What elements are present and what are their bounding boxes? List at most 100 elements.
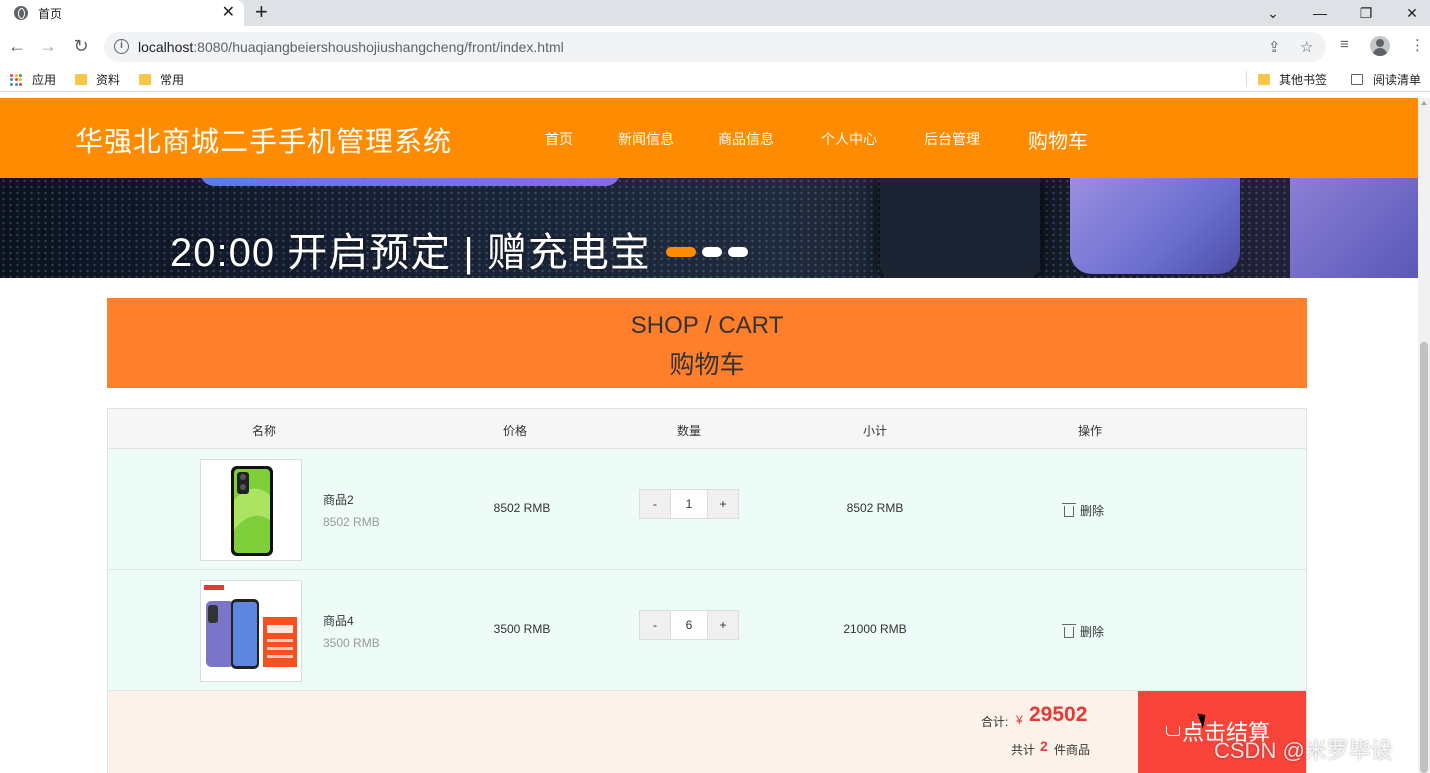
cart-section-header: SHOP / CART 购物车 [107,298,1307,388]
count-prefix: 共计 [1011,743,1036,757]
reading-mode-icon[interactable]: ≡ [1340,36,1349,53]
restore-icon[interactable]: ❐ [1343,0,1389,26]
column-header-name: 名称 [251,424,277,438]
product-name[interactable]: 商品2 [323,491,354,508]
profile-avatar-icon[interactable] [1370,36,1390,56]
apps-grid-icon [10,73,22,86]
quantity-stepper: - 1 + [639,489,739,519]
browser-toolbar: ← → ↻ i localhost:8080/huaqiangbeiershou… [0,26,1430,66]
watermark: CSDN @米罗毕设 [1214,738,1393,763]
banner-glow [200,178,620,186]
decrement-button[interactable]: - [640,490,670,518]
delete-label: 删除 [1080,625,1105,639]
row-subtotal: 21000 RMB [843,622,907,636]
nav-products[interactable]: 商品信息 [718,129,774,149]
banner-phone-image [880,178,1040,278]
column-header-subtotal: 小计 [862,424,888,438]
promo-banner[interactable]: 20:00 开启预定 | 赠充电宝 [0,178,1418,278]
share-icon[interactable]: ⇪ [1268,38,1281,56]
delete-label: 删除 [1080,504,1105,518]
cart-table-header: 名称 价格 数量 小计 操作 [108,409,1306,449]
folder-icon [1258,74,1270,85]
column-header-price: 价格 [502,424,528,438]
row-subtotal: 8502 RMB [846,501,904,515]
globe-icon [14,6,28,20]
scrollbar-thumb[interactable] [1420,342,1428,773]
bookmark-label: 应用 [32,73,57,87]
bookmarks-divider [1246,71,1247,87]
carousel-dot-1[interactable] [666,247,696,257]
cart-summary: 合计: ¥ 29502 共计 2 件商品 点击结算 [108,691,1306,773]
tab-title: 首页 [38,6,63,21]
total-label: 合计: [981,715,1009,729]
cart-header-en: SHOP / CART [630,312,784,339]
cart-icon [1166,726,1180,736]
new-tab-icon[interactable]: + [255,1,268,23]
product-thumbnail[interactable] [200,459,302,561]
increment-button[interactable]: + [708,611,738,639]
bookmark-star-icon[interactable]: ☆ [1300,38,1313,56]
close-tab-icon[interactable]: ✕ [222,3,235,23]
total-amount: 29502 [1029,703,1088,726]
increment-button[interactable]: + [708,490,738,518]
product-unit-price: 8502 RMB [323,515,380,529]
close-window-icon[interactable]: ✕ [1389,0,1430,26]
cart-row: 商品2 8502 RMB 8502 RMB - 1 + 8502 RMB 删除 [108,449,1306,570]
cart-row: 商品4 3500 RMB 3500 RMB - 6 + 21000 RMB 删除 [108,570,1306,691]
nav-admin[interactable]: 后台管理 [924,129,980,149]
product-thumbnail[interactable] [200,580,302,682]
quantity-input[interactable]: 6 [670,611,708,639]
nav-cart[interactable]: 购物车 [1028,125,1088,154]
quantity-stepper: - 6 + [639,610,739,640]
tab-search-icon[interactable]: ⌄ [1250,0,1296,26]
reading-list[interactable]: 阅读清单 [1351,71,1421,88]
bookmark-folder-materials[interactable]: 资料 [75,71,120,88]
quantity-input[interactable]: 1 [670,490,708,518]
nav-news[interactable]: 新闻信息 [618,129,674,149]
bookmark-folder-common[interactable]: 常用 [139,71,184,88]
bookmark-folder-other[interactable]: 其他书签 [1258,71,1327,88]
reload-icon[interactable]: ↻ [69,34,93,58]
browser-tab[interactable]: 首页 ✕ [0,0,244,26]
green-phone-image [201,460,301,560]
url-text: localhost:8080/huaqiangbeiershoushojiush… [138,39,564,55]
purple-phone-image [201,581,301,681]
carousel-dot-2[interactable] [702,247,722,257]
reading-list-icon [1351,74,1363,85]
column-header-quantity: 数量 [676,424,702,438]
site-info-icon[interactable]: i [114,39,129,54]
trash-icon [1062,624,1076,638]
page-viewport: 华强北商城二手手机管理系统 首页 新闻信息 商品信息 个人中心 后台管理 购物车… [0,98,1418,773]
item-count: 2 [1040,738,1048,754]
minimize-icon[interactable]: — [1297,0,1343,26]
bookmark-label: 其他书签 [1279,73,1328,87]
product-price: 8502 RMB [493,501,551,515]
back-icon[interactable]: ← [5,34,29,58]
address-bar[interactable]: i localhost:8080/huaqiangbeiershoushojiu… [104,32,1326,62]
banner-text: 20:00 开启预定 | 赠充电宝 [170,231,651,275]
bookmark-apps[interactable]: 应用 [10,71,56,88]
trash-icon [1062,503,1076,517]
forward-icon[interactable]: → [36,34,60,58]
bookmark-label: 资料 [96,73,121,87]
bookmarks-bar: 应用 资料 常用 其他书签 阅读清单 [0,66,1430,92]
delete-button[interactable]: 删除 [1062,502,1105,519]
nav-profile[interactable]: 个人中心 [821,129,877,149]
decrement-button[interactable]: - [640,611,670,639]
cart-table: 名称 价格 数量 小计 操作 商品2 8502 RMB 8502 RMB - 1… [107,408,1307,773]
bookmark-label: 阅读清单 [1373,73,1422,87]
carousel-dot-3[interactable] [728,247,748,257]
scroll-up-icon[interactable] [1421,101,1427,105]
menu-dots-icon[interactable]: ⋮ [1410,36,1425,54]
site-title: 华强北商城二手手机管理系统 [75,126,453,157]
currency-symbol: ¥ [1016,713,1023,727]
banner-phone-image [1070,178,1240,274]
product-name[interactable]: 商品4 [323,612,354,629]
column-header-action: 操作 [1077,424,1103,438]
delete-button[interactable]: 删除 [1062,623,1105,640]
folder-icon [75,74,87,85]
nav-home[interactable]: 首页 [545,129,573,149]
banner-phone-image [1290,178,1418,278]
folder-icon [139,74,151,85]
bookmark-label: 常用 [160,73,185,87]
